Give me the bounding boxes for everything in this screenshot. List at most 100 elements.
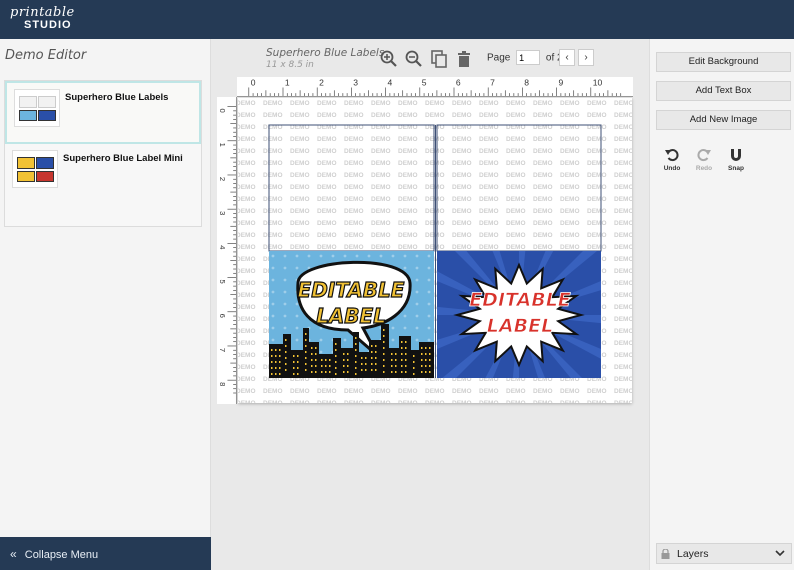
demo-watermark-text: DEMO bbox=[533, 232, 553, 239]
project-item-superhero-blue-label-mini[interactable]: Superhero Blue Label Mini bbox=[5, 144, 201, 226]
demo-watermark-text: DEMO bbox=[506, 148, 526, 155]
demo-watermark-text: DEMO bbox=[263, 184, 283, 191]
chevron-left-icon: ‹ bbox=[565, 52, 569, 63]
demo-watermark-text: DEMO bbox=[398, 220, 418, 227]
demo-watermark-text: DEMO bbox=[479, 388, 499, 395]
demo-watermark-text: DEMO bbox=[317, 112, 337, 119]
demo-watermark-text: DEMO bbox=[290, 220, 310, 227]
demo-watermark-text: DEMO bbox=[317, 232, 337, 239]
ruler-tick-label: 5 bbox=[422, 78, 427, 88]
snap-button[interactable]: Snap bbox=[724, 147, 748, 172]
demo-watermark-text: DEMO bbox=[425, 184, 445, 191]
left-label-text-line2[interactable]: LABEL bbox=[315, 303, 386, 328]
demo-watermark-text: DEMO bbox=[587, 112, 607, 119]
lock-icon bbox=[661, 548, 670, 562]
add-text-box-button[interactable]: Add Text Box bbox=[656, 81, 791, 101]
demo-watermark-text: DEMO bbox=[317, 148, 337, 155]
prev-page-button[interactable]: ‹ bbox=[559, 49, 575, 66]
ruler-tick-label: 9 bbox=[559, 78, 564, 88]
next-page-button[interactable]: › bbox=[578, 49, 594, 66]
ruler-tick-label: 6 bbox=[456, 78, 461, 88]
add-new-image-button[interactable]: Add New Image bbox=[656, 110, 791, 130]
project-thumbnail bbox=[14, 89, 60, 127]
demo-watermark-text: DEMO bbox=[479, 232, 499, 239]
demo-watermark-text: DEMO bbox=[344, 388, 364, 395]
redo-button[interactable]: Redo bbox=[692, 147, 716, 172]
page-number-input[interactable] bbox=[516, 50, 541, 65]
ruler-tick-label: 0 bbox=[251, 78, 256, 88]
zoom-in-icon[interactable] bbox=[379, 49, 399, 69]
project-name: Superhero Blue Label Mini bbox=[63, 153, 183, 164]
demo-watermark-text: DEMO bbox=[452, 400, 472, 403]
ruler-tick-label: 5 bbox=[218, 279, 227, 283]
trash-icon[interactable] bbox=[454, 49, 474, 69]
design-page[interactable]: DEMO DEMO DEMO DEMO DEMO DEMO DEMO DEMO DEMO DEMO… bbox=[238, 98, 632, 403]
demo-watermark-text: DEMO bbox=[371, 208, 391, 215]
demo-watermark-text: DEMO bbox=[587, 160, 607, 167]
demo-watermark-text: DEMO bbox=[317, 244, 337, 251]
edit-background-button[interactable]: Edit Background bbox=[656, 52, 791, 72]
demo-watermark-text: DEMO bbox=[290, 388, 310, 395]
demo-watermark-text: DEMO bbox=[614, 196, 632, 203]
demo-watermark-text: DEMO bbox=[425, 244, 445, 251]
demo-watermark-text: DEMO bbox=[614, 112, 632, 119]
demo-watermark-text: DEMO bbox=[479, 172, 499, 179]
demo-watermark-text: DEMO bbox=[371, 160, 391, 167]
demo-watermark-text: DEMO bbox=[452, 244, 472, 251]
undo-button[interactable]: Undo bbox=[660, 147, 684, 172]
demo-watermark-text: DEMO bbox=[263, 148, 283, 155]
ruler-tick-label: 4 bbox=[218, 245, 227, 249]
demo-watermark-text: DEMO bbox=[506, 196, 526, 203]
demo-watermark-text: DEMO bbox=[238, 220, 256, 227]
demo-watermark-text: DEMO bbox=[587, 100, 607, 107]
demo-watermark-text: DEMO bbox=[614, 352, 632, 359]
demo-watermark-text: DEMO bbox=[425, 172, 445, 179]
undo-icon bbox=[665, 149, 679, 162]
demo-watermark-text: DEMO bbox=[452, 184, 472, 191]
demo-watermark-text: DEMO bbox=[452, 160, 472, 167]
ruler-tick-label: 7 bbox=[490, 78, 495, 88]
redo-icon bbox=[697, 149, 711, 162]
demo-watermark-text: DEMO bbox=[452, 196, 472, 203]
page-label: Page bbox=[487, 52, 511, 64]
demo-watermark-text: DEMO bbox=[263, 208, 283, 215]
demo-watermark-text: DEMO bbox=[398, 244, 418, 251]
left-label-text-line1[interactable]: EDITABLE bbox=[297, 277, 405, 302]
right-label-text-line2[interactable]: LABEL bbox=[486, 315, 553, 338]
demo-watermark-text: DEMO bbox=[533, 184, 553, 191]
demo-watermark-text: DEMO bbox=[506, 136, 526, 143]
zoom-out-icon[interactable] bbox=[404, 49, 424, 69]
copy-icon[interactable] bbox=[429, 49, 449, 69]
demo-watermark-text: DEMO bbox=[506, 100, 526, 107]
demo-watermark-text: DEMO bbox=[560, 172, 580, 179]
demo-watermark-text: DEMO bbox=[479, 244, 499, 251]
demo-watermark-text: DEMO bbox=[587, 220, 607, 227]
demo-watermark-text: DEMO bbox=[506, 160, 526, 167]
demo-watermark-text: DEMO bbox=[371, 184, 391, 191]
demo-watermark-text: DEMO bbox=[425, 220, 445, 227]
demo-watermark-text: DEMO bbox=[533, 160, 553, 167]
demo-watermark-text: DEMO bbox=[614, 160, 632, 167]
collapse-menu-button[interactable]: « Collapse Menu bbox=[0, 537, 211, 570]
demo-watermark-text: DEMO bbox=[344, 220, 364, 227]
ruler-tick-label: 7 bbox=[218, 348, 227, 352]
project-thumbnail bbox=[12, 150, 58, 188]
ruler-vertical[interactable]: 0 1 2 3 4 5 6 7 8 bbox=[217, 97, 237, 404]
ruler-horizontal[interactable]: 0 1 2 3 4 5 6 7 8 9 10 bbox=[237, 77, 633, 97]
demo-watermark-text: DEMO bbox=[614, 232, 632, 239]
demo-watermark-text: DEMO bbox=[425, 148, 445, 155]
project-item-superhero-blue-labels[interactable]: Superhero Blue Labels bbox=[5, 81, 201, 144]
demo-watermark-text: DEMO bbox=[317, 160, 337, 167]
demo-watermark-text: DEMO bbox=[425, 196, 445, 203]
right-label-text-line1[interactable]: EDITABLE bbox=[469, 289, 571, 312]
demo-watermark-text: DEMO bbox=[371, 112, 391, 119]
printable-studio-logo[interactable]: printable STUDIO bbox=[10, 6, 75, 31]
demo-watermark-text: DEMO bbox=[452, 172, 472, 179]
demo-watermark-text: DEMO bbox=[344, 184, 364, 191]
layers-dropdown[interactable]: Layers bbox=[656, 543, 792, 564]
demo-watermark-text: DEMO bbox=[533, 148, 553, 155]
ruler-tick-label: 4 bbox=[388, 78, 393, 88]
demo-watermark-text: DEMO bbox=[371, 172, 391, 179]
demo-watermark-text: DEMO bbox=[290, 100, 310, 107]
demo-watermark-text: DEMO bbox=[533, 136, 553, 143]
